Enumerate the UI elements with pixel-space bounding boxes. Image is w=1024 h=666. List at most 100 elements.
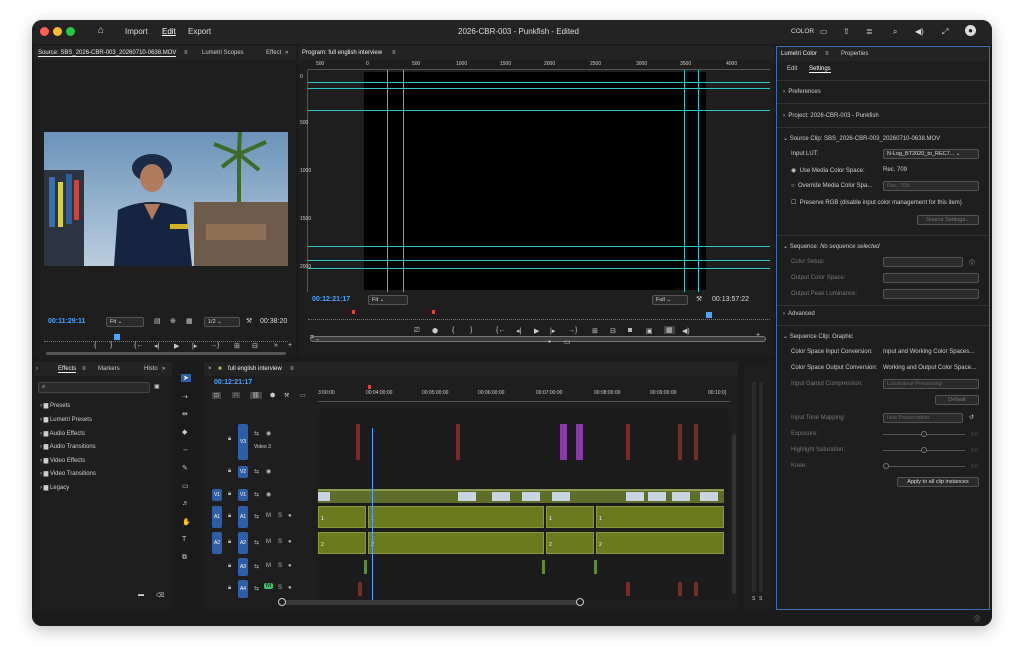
rectangle-tool-icon[interactable]: ▭: [182, 482, 189, 490]
list-item[interactable]: › ▆ Presets: [40, 402, 70, 409]
override-select[interactable]: Rec. 709: [883, 181, 979, 191]
step-back-icon[interactable]: ◂|: [154, 342, 159, 350]
solo-button[interactable]: S: [278, 563, 282, 569]
source-ruler[interactable]: [44, 334, 288, 342]
section-preferences[interactable]: › Preferences: [783, 89, 821, 95]
solo-left[interactable]: S: [752, 596, 755, 602]
scroll-handle[interactable]: [576, 598, 584, 606]
program-timecode-in[interactable]: 00:12:21:17: [312, 296, 350, 303]
mic-icon[interactable]: ●: [288, 513, 292, 519]
tone-select[interactable]: Hue Preservation: [883, 413, 963, 423]
new-bin-icon[interactable]: ▣: [154, 383, 160, 390]
list-item[interactable]: › ▆ Legacy: [40, 484, 69, 491]
solo-button[interactable]: S: [278, 513, 282, 519]
solo-right[interactable]: S: [759, 596, 762, 602]
go-to-in-icon[interactable]: {←: [134, 342, 143, 349]
marker[interactable]: [368, 385, 371, 389]
extract-icon[interactable]: ⊟: [610, 327, 616, 335]
mic-icon[interactable]: ●: [288, 585, 292, 591]
lock-icon[interactable]: 🔒︎: [228, 468, 231, 475]
list-item[interactable]: › ▆ Lumetri Presets: [40, 416, 92, 423]
caption-tool-icon[interactable]: ⧉: [182, 554, 187, 562]
mark-in-icon[interactable]: {: [94, 342, 96, 349]
menu-icon[interactable]: ≡: [392, 50, 396, 56]
section-source-clip[interactable]: ⌄ Source Clip: SBS_2026-CBR-003_20260710…: [783, 135, 940, 142]
settings-icon[interactable]: ▤: [154, 317, 161, 325]
clip[interactable]: [560, 424, 567, 460]
lock-icon[interactable]: 🔒︎: [228, 491, 231, 498]
apply-all-button[interactable]: Apply to all clip instances: [897, 477, 979, 487]
menu-import[interactable]: Import: [125, 27, 148, 36]
track-toggle[interactable]: A1: [238, 506, 248, 528]
timeline-ruler[interactable]: 3:00:00 00:04:00:00 00:05:00:00 00:06:00…: [318, 385, 730, 402]
nest-icon[interactable]: ⊡: [212, 392, 222, 399]
lock-icon[interactable]: 🔒︎: [228, 539, 231, 546]
clip[interactable]: [576, 424, 583, 460]
zoom-window-button[interactable]: [66, 27, 75, 36]
track-select-tool-icon[interactable]: ⇢: [182, 393, 188, 401]
solo-button[interactable]: S: [278, 539, 282, 545]
knee-slider[interactable]: [883, 466, 965, 467]
source-patch[interactable]: V1: [212, 489, 222, 501]
clip-a4[interactable]: [358, 582, 362, 596]
clip-a1[interactable]: 1: [596, 506, 724, 528]
workspace-label[interactable]: COLOR: [791, 28, 814, 35]
step-back-icon[interactable]: ◂|: [516, 327, 521, 335]
lock-icon[interactable]: 🔒︎: [228, 513, 231, 520]
track-toggle[interactable]: A3: [238, 558, 248, 576]
share-icon[interactable]: ⇧: [843, 27, 850, 36]
step-forward-icon[interactable]: |▸: [550, 327, 555, 335]
volume-icon[interactable]: ◀): [915, 27, 924, 36]
clip-a4[interactable]: [694, 582, 698, 596]
hand-tool-icon[interactable]: ✋: [182, 518, 191, 526]
clip-a3[interactable]: [364, 560, 367, 574]
scroll-handle[interactable]: [278, 598, 286, 606]
lock-icon[interactable]: 🔒︎: [228, 563, 231, 570]
output-peak-select[interactable]: [883, 289, 979, 299]
tab-effects[interactable]: Effects: [58, 366, 77, 373]
exposure-handle[interactable]: [921, 431, 927, 437]
compare-icon[interactable]: ▣: [646, 327, 653, 335]
mark-out-icon[interactable]: }: [470, 327, 472, 334]
close-icon[interactable]: ×: [208, 366, 212, 372]
tab-history[interactable]: Histo: [144, 366, 158, 372]
program-ruler[interactable]: [308, 312, 770, 320]
captions-icon[interactable]: ▭: [300, 392, 306, 399]
selection-tool-icon[interactable]: ➤: [181, 374, 191, 382]
timeline-timecode[interactable]: 00:12:21:17: [214, 379, 252, 386]
menu-icon[interactable]: ≡: [82, 366, 86, 372]
list-item[interactable]: › ▆ Video Transitions: [40, 470, 96, 477]
list-item[interactable]: › ▆ Audio Effects: [40, 430, 85, 437]
track-toggle[interactable]: V1: [238, 489, 248, 501]
section-sequence[interactable]: ⌄ Sequence: No sequence selected: [783, 243, 879, 250]
marker-icon[interactable]: ⬢: [432, 327, 438, 335]
mute-button[interactable]: M: [266, 563, 271, 569]
search-icon[interactable]: ⌕: [893, 27, 897, 37]
info-icon[interactable]: ⓘ: [974, 614, 980, 623]
clip-a1[interactable]: 1: [546, 506, 594, 528]
play-icon[interactable]: ▶: [174, 342, 179, 350]
color-setup-select[interactable]: [883, 257, 963, 267]
list-icon[interactable]: ≣: [866, 27, 873, 36]
timeline-playhead[interactable]: [372, 428, 373, 600]
mute-button[interactable]: M: [266, 539, 271, 545]
sync-icon[interactable]: ⇆: [254, 539, 259, 546]
source-playhead[interactable]: [114, 334, 120, 340]
ripple-tool-icon[interactable]: ⇹: [182, 410, 188, 418]
go-to-out-icon[interactable]: →}: [210, 342, 219, 349]
avatar[interactable]: ●: [965, 25, 976, 36]
clip[interactable]: [678, 424, 682, 460]
tab-lumetri-scopes[interactable]: Lumetri Scopes: [202, 50, 244, 56]
razor-tool-icon[interactable]: ◆: [182, 428, 187, 436]
overflow-icon[interactable]: »: [162, 366, 165, 372]
tab-effect-controls[interactable]: Effect: [266, 50, 281, 56]
cs-input-value[interactable]: Input and Working Color Spaces...: [883, 349, 974, 355]
sync-icon[interactable]: ⇆: [254, 491, 259, 498]
sync-icon[interactable]: ⇆: [254, 513, 259, 520]
insert-clip-icon[interactable]: ⊞: [234, 342, 240, 350]
mute-button[interactable]: M: [264, 583, 273, 589]
output-cs-select[interactable]: [883, 273, 979, 283]
tab-program[interactable]: Program: full english interview: [302, 50, 382, 56]
sync-icon[interactable]: ⇆: [254, 563, 259, 570]
exposure-value[interactable]: 0.0: [971, 432, 978, 438]
